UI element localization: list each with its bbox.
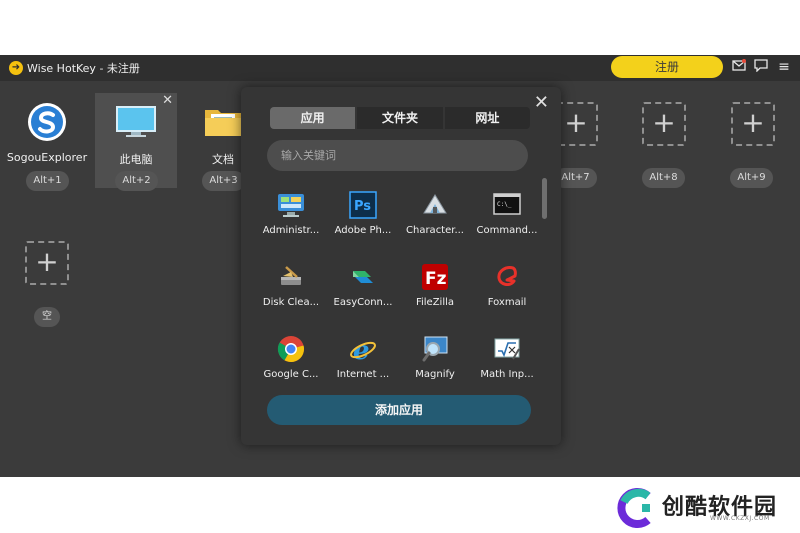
slot-label: SogouExplorer bbox=[6, 151, 88, 164]
app-item[interactable]: EasyConn... bbox=[327, 259, 399, 319]
math-input-icon bbox=[493, 335, 521, 363]
slot-hotkey: 空 bbox=[34, 307, 60, 327]
app-item[interactable]: C:\_ Command... bbox=[471, 187, 543, 247]
app-item[interactable]: Disk Clea... bbox=[255, 259, 327, 319]
register-button[interactable]: 注册 bbox=[611, 56, 723, 78]
foxmail-icon bbox=[493, 263, 521, 291]
command-prompt-icon: C:\_ bbox=[493, 191, 521, 219]
svg-text:C:\_: C:\_ bbox=[497, 201, 512, 208]
sogou-explorer-icon bbox=[27, 102, 67, 142]
tab-apps[interactable]: 应用 bbox=[270, 107, 356, 129]
app-label: FileZilla bbox=[415, 297, 455, 308]
easyconnect-icon bbox=[349, 263, 377, 291]
watermark-url: WWW.CKZXJ.COM bbox=[710, 515, 770, 522]
app-label: Math Inp... bbox=[480, 369, 534, 380]
slot-hotkey: Alt+9 bbox=[730, 168, 773, 188]
popup-tabs: 应用 文件夹 网址 bbox=[270, 107, 530, 129]
app-grid: Administr... Ps Adobe Ph... Character...… bbox=[255, 187, 545, 407]
filezilla-icon: Fz bbox=[421, 263, 449, 291]
app-item[interactable]: Math Inp... bbox=[471, 331, 543, 391]
internet-explorer-icon: e bbox=[349, 335, 377, 366]
app-label: Internet ... bbox=[336, 369, 390, 380]
svg-text:Ps: Ps bbox=[354, 199, 371, 214]
app-item[interactable]: Google C... bbox=[255, 331, 327, 391]
app-label: Character... bbox=[406, 225, 464, 236]
app-item[interactable]: Character... bbox=[399, 187, 471, 247]
close-icon[interactable]: ✕ bbox=[534, 94, 549, 112]
menu-icon[interactable]: ≡ bbox=[776, 59, 792, 75]
add-slot-empty-button[interactable]: + bbox=[25, 241, 69, 285]
magnifier-icon bbox=[421, 335, 449, 363]
app-label: Disk Clea... bbox=[262, 297, 320, 308]
slot-hotkey: Alt+2 bbox=[115, 171, 158, 191]
add-slot-9-button[interactable]: + bbox=[731, 102, 775, 146]
title-bar: ➜ Wise HotKey - 未注册 注册 ≡ bbox=[0, 55, 800, 81]
slot-hotkey: Alt+1 bbox=[26, 171, 69, 191]
slot-hotkey: Alt+8 bbox=[642, 168, 685, 188]
app-label: Adobe Ph... bbox=[334, 225, 392, 236]
mail-icon[interactable] bbox=[731, 59, 747, 75]
svg-text:Fz: Fz bbox=[425, 269, 447, 289]
window-title: Wise HotKey - 未注册 bbox=[27, 62, 140, 75]
tab-folders[interactable]: 文件夹 bbox=[357, 107, 443, 129]
control-panel-icon bbox=[277, 191, 305, 219]
watermark-logo-icon bbox=[616, 488, 656, 528]
chrome-icon bbox=[277, 335, 305, 363]
close-icon[interactable]: ✕ bbox=[162, 93, 173, 108]
add-app-button[interactable]: 添加应用 bbox=[267, 395, 531, 425]
documents-folder-icon bbox=[203, 102, 243, 142]
app-logo-icon: ➜ bbox=[9, 61, 23, 75]
character-map-icon bbox=[421, 191, 449, 219]
feedback-icon[interactable] bbox=[753, 59, 769, 75]
app-window: ➜ Wise HotKey - 未注册 注册 ≡ SogouExplorer A… bbox=[0, 55, 800, 477]
app-item[interactable]: Magnify bbox=[399, 331, 471, 391]
disk-cleanup-icon bbox=[277, 263, 305, 291]
app-label: Google C... bbox=[263, 369, 319, 380]
hotkey-slot-2[interactable]: ✕ 此电脑 Alt+2 bbox=[95, 93, 177, 191]
app-item[interactable]: Administr... bbox=[255, 187, 327, 247]
hotkey-slot-1[interactable]: SogouExplorer Alt+1 bbox=[6, 93, 88, 191]
search-input[interactable] bbox=[267, 140, 528, 171]
app-label: Magnify bbox=[415, 369, 455, 380]
app-item[interactable]: Fz FileZilla bbox=[399, 259, 471, 319]
add-item-popup: ✕ 应用 文件夹 网址 Administr... Ps Adobe Ph... bbox=[241, 87, 561, 445]
add-slot-8-button[interactable]: + bbox=[642, 102, 686, 146]
app-item[interactable]: Ps Adobe Ph... bbox=[327, 187, 399, 247]
photoshop-icon: Ps bbox=[349, 191, 377, 219]
app-label: Foxmail bbox=[487, 297, 527, 308]
this-pc-icon bbox=[116, 102, 156, 142]
app-item[interactable]: e Internet ... bbox=[327, 331, 399, 391]
tab-urls[interactable]: 网址 bbox=[444, 107, 530, 129]
slot-hotkey: Alt+3 bbox=[202, 171, 245, 191]
app-item[interactable]: Foxmail bbox=[471, 259, 543, 319]
app-label: Administr... bbox=[262, 225, 320, 236]
app-label: EasyConn... bbox=[333, 297, 393, 308]
app-label: Command... bbox=[476, 225, 538, 236]
